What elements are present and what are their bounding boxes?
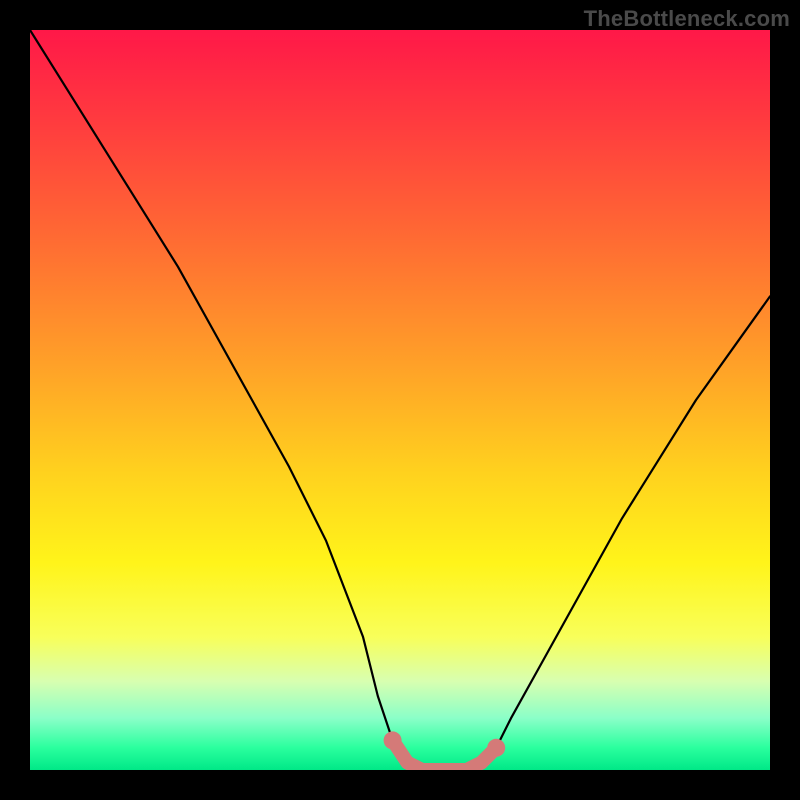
bottleneck-curve-line (30, 30, 770, 770)
highlight-dot (487, 739, 505, 757)
watermark-text: TheBottleneck.com (584, 6, 790, 32)
optimal-range-highlight (393, 740, 497, 770)
plot-area (30, 30, 770, 770)
highlight-dot (384, 731, 402, 749)
chart-svg (30, 30, 770, 770)
chart-frame: TheBottleneck.com (0, 0, 800, 800)
